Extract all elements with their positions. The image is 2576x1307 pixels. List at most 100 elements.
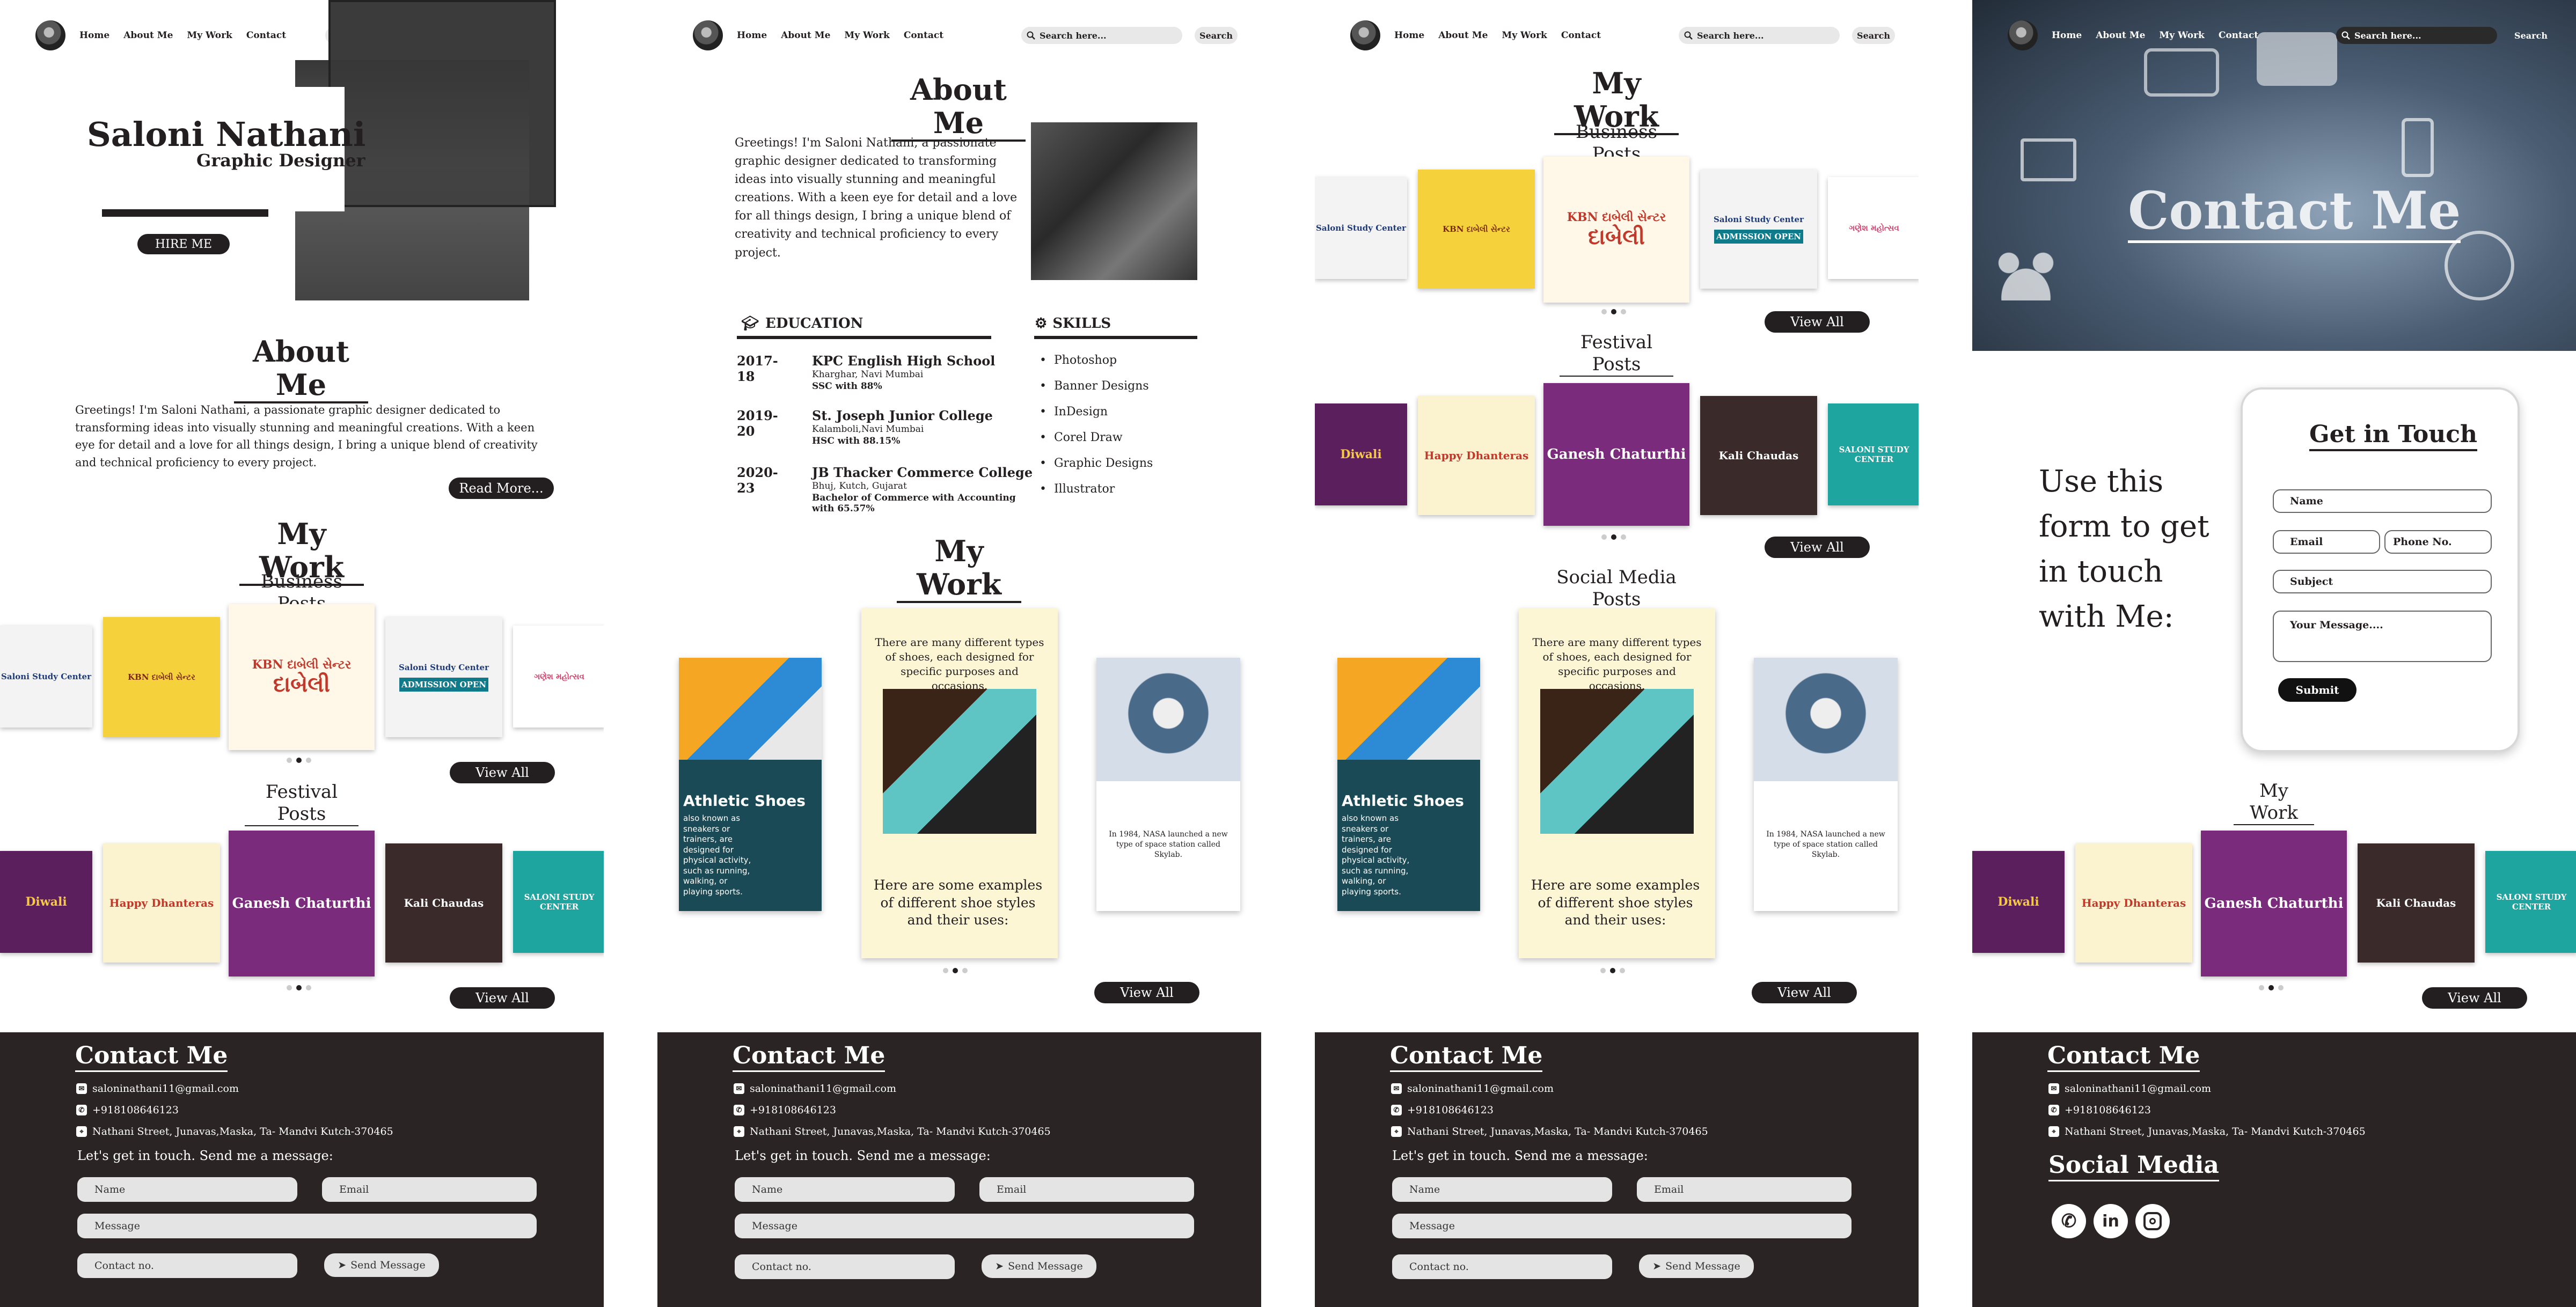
social-card-shoes[interactable]: Athletic Shoes also known as sneakers or… (1337, 658, 1480, 911)
footer-contact-input[interactable]: Contact no. (77, 1253, 297, 1278)
festival-card-2[interactable]: Happy Dhanteras (103, 843, 220, 963)
social-dots[interactable] (943, 968, 968, 973)
footer-name-input[interactable]: Name (77, 1177, 297, 1202)
festival-card-3[interactable]: Ganesh Chaturthi (229, 831, 375, 976)
search-input[interactable]: Search here... (2336, 27, 2497, 44)
social-card-shoes[interactable]: Athletic Shoes also known as sneakers or… (679, 658, 822, 911)
nav-about[interactable]: About Me (123, 30, 173, 41)
footer-send-button[interactable]: ➤ Send Message (324, 1253, 439, 1277)
search-input[interactable]: Search here... (1021, 27, 1182, 44)
festival-card-2[interactable]: Happy Dhanteras (1418, 396, 1535, 515)
footer-name-input[interactable]: Name (1392, 1177, 1612, 1202)
business-card-1[interactable]: Saloni Study Center (0, 626, 92, 728)
business-card-2[interactable]: KBN દાબેલી સેન્ટર (1418, 170, 1535, 289)
work-view-all-button[interactable]: View All (2422, 987, 2527, 1009)
footer-email-input[interactable]: Email (1637, 1177, 1851, 1202)
festival-card-4[interactable]: Kali Chaudas (385, 843, 502, 963)
form-phone-input[interactable]: Phone No. (2384, 530, 2492, 554)
logo-avatar[interactable] (35, 20, 65, 50)
festival-dots[interactable] (287, 985, 311, 990)
footer-contact-input[interactable]: Contact no. (1392, 1254, 1612, 1279)
linkedin-icon[interactable]: in (2094, 1204, 2128, 1238)
instagram-icon[interactable] (2135, 1204, 2170, 1238)
chat-icon (2144, 48, 2219, 97)
nav-about[interactable]: About Me (1438, 30, 1488, 41)
mail-icon: ✉ (734, 1083, 744, 1094)
festival-view-all-button[interactable]: View All (450, 987, 555, 1009)
footer-send-button[interactable]: ➤ Send Message (982, 1254, 1096, 1278)
business-card-5[interactable]: ગણેશ મહોત્સવ (1828, 177, 1919, 279)
festival-dots[interactable] (1601, 534, 1626, 540)
logo-avatar[interactable] (693, 20, 723, 50)
festival-card-2[interactable]: Happy Dhanteras (2075, 843, 2192, 963)
form-email-input[interactable]: Email (2273, 530, 2380, 554)
festival-card-1[interactable]: Diwali (0, 851, 92, 953)
business-card-5[interactable]: ગણેશ મહોત્સવ (513, 626, 604, 728)
social-card-skylab[interactable]: In 1984, NASA launched a new type of spa… (1096, 658, 1240, 911)
nav-contact[interactable]: Contact (1561, 30, 1601, 41)
hero-role: Graphic Designer (196, 150, 365, 171)
festival-card-4[interactable]: Kali Chaudas (2358, 843, 2475, 963)
form-message-input[interactable]: Your Message.... (2273, 611, 2492, 662)
festival-card-4[interactable]: Kali Chaudas (1700, 396, 1817, 515)
logo-avatar[interactable] (1350, 20, 1380, 50)
business-card-1[interactable]: Saloni Study Center (1315, 177, 1407, 279)
social-card-styles[interactable]: There are many different types of shoes,… (861, 608, 1058, 958)
nav-home[interactable]: Home (2052, 30, 2082, 41)
footer-contact-input[interactable]: Contact no. (735, 1254, 955, 1279)
form-subject-input[interactable]: Subject (2273, 570, 2492, 593)
footer-message-input[interactable]: Message (77, 1214, 537, 1238)
social-dots[interactable] (1600, 968, 1625, 973)
nav-about[interactable]: About Me (781, 30, 830, 41)
read-more-button[interactable]: Read More... (449, 478, 554, 499)
nav-home[interactable]: Home (737, 30, 767, 41)
search-button[interactable]: Search (1852, 27, 1895, 44)
nav-contact[interactable]: Contact (246, 30, 286, 41)
festival-card-3[interactable]: Ganesh Chaturthi (1543, 383, 1689, 526)
social-view-all-button[interactable]: View All (1094, 982, 1199, 1003)
nav-home[interactable]: Home (79, 30, 109, 41)
footer-send-button[interactable]: ➤ Send Message (1639, 1254, 1754, 1278)
nav-contact[interactable]: Contact (904, 30, 943, 41)
business-dots[interactable] (287, 758, 311, 763)
footer-message-input[interactable]: Message (1392, 1214, 1851, 1238)
footer-email-input[interactable]: Email (322, 1177, 537, 1202)
footer-name-input[interactable]: Name (735, 1177, 955, 1202)
social-card-styles[interactable]: There are many different types of shoes,… (1519, 608, 1715, 958)
festival-view-all-button[interactable]: View All (1765, 537, 1870, 558)
whatsapp-icon[interactable]: ✆ (2052, 1204, 2086, 1238)
business-card-3[interactable]: KBN દાબેલી સેન્ટર દાબેલી (1543, 157, 1689, 303)
business-card-4[interactable]: Saloni Study Center ADMISSION OPEN (1700, 170, 1817, 289)
social-card-skylab[interactable]: In 1984, NASA launched a new type of spa… (1754, 658, 1898, 911)
business-view-all-button[interactable]: View All (450, 762, 555, 783)
festival-card-1[interactable]: Diwali (1315, 403, 1407, 505)
business-dots[interactable] (1601, 309, 1626, 314)
logo-avatar[interactable] (2008, 20, 2038, 50)
nav-contact[interactable]: Contact (2219, 30, 2258, 41)
work-dots[interactable] (2259, 985, 2284, 990)
festival-card-3[interactable]: Ganesh Chaturthi (2201, 831, 2347, 976)
business-card-2[interactable]: KBN દાબેલી સેન્ટર (103, 617, 220, 737)
nav-work[interactable]: My Work (2159, 30, 2204, 41)
search-button[interactable]: Search (1195, 27, 1238, 44)
nav-work[interactable]: My Work (187, 30, 232, 41)
business-view-all-button[interactable]: View All (1765, 311, 1870, 333)
footer-message-input[interactable]: Message (735, 1214, 1194, 1238)
search-input[interactable]: Search here... (1679, 27, 1840, 44)
form-name-input[interactable]: Name (2273, 489, 2492, 513)
business-card-3[interactable]: KBN દાબેલી સેન્ટર દાબેલી (229, 604, 375, 750)
business-card-4[interactable]: Saloni Study Center ADMISSION OPEN (385, 617, 502, 737)
footer-email-input[interactable]: Email (979, 1177, 1194, 1202)
nav-work[interactable]: My Work (1502, 30, 1547, 41)
nav-home[interactable]: Home (1394, 30, 1424, 41)
festival-card-5[interactable]: SALONI STUDY CENTER (2485, 851, 2576, 953)
hire-me-button[interactable]: HIRE ME (137, 234, 230, 254)
nav-about[interactable]: About Me (2096, 30, 2145, 41)
festival-card-5[interactable]: SALONI STUDY CENTER (1828, 403, 1919, 505)
nav-work[interactable]: My Work (844, 30, 889, 41)
form-submit-button[interactable]: Submit (2278, 678, 2357, 702)
festival-card-5[interactable]: SALONI STUDY CENTER (513, 851, 604, 953)
search-button[interactable]: Search (2509, 27, 2552, 44)
festival-card-1[interactable]: Diwali (1972, 851, 2065, 953)
social-view-all-button[interactable]: View All (1752, 982, 1857, 1003)
